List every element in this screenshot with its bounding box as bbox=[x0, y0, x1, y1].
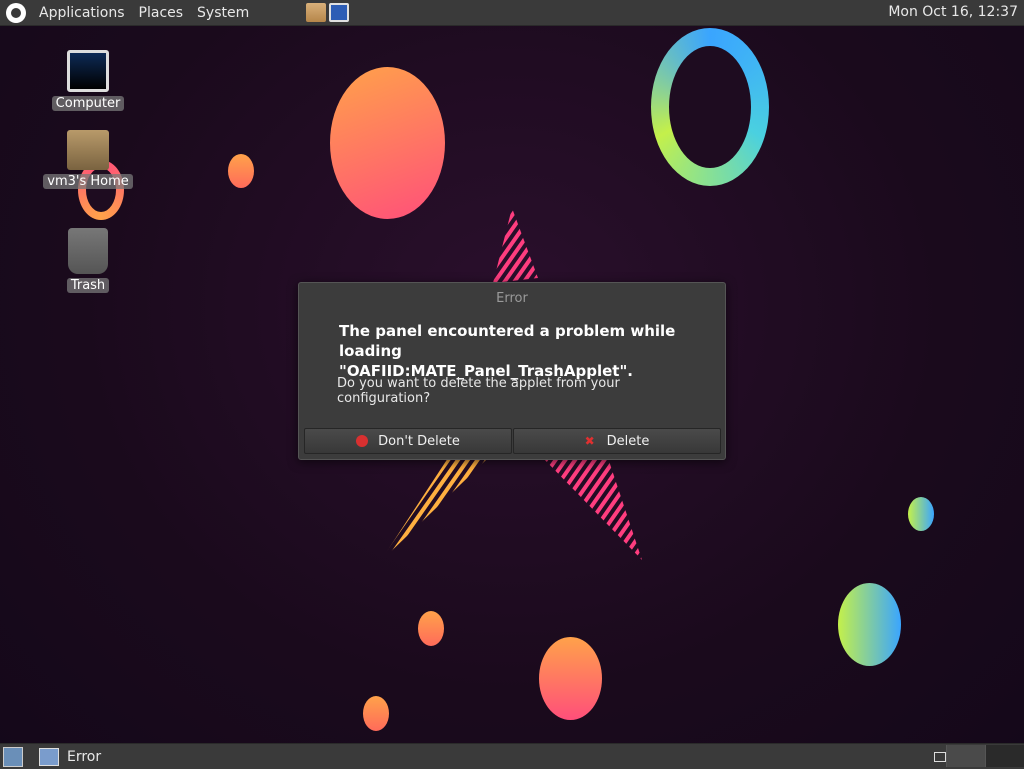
delete-x-icon: ✖ bbox=[584, 434, 595, 448]
workspace-2[interactable] bbox=[985, 745, 1024, 767]
desktop-icon-trash[interactable]: Trash bbox=[43, 228, 133, 293]
menu-logo-icon[interactable] bbox=[6, 2, 26, 23]
dialog-title: Error bbox=[496, 291, 528, 306]
wallpaper-blob-shape bbox=[418, 611, 444, 646]
desktop-icon-home[interactable]: vm3's Home bbox=[43, 130, 133, 189]
wallpaper-blob-shape bbox=[363, 696, 389, 731]
desktop-icon-label: Trash bbox=[66, 278, 110, 293]
trash-icon bbox=[68, 228, 108, 274]
home-folder-icon bbox=[67, 130, 109, 170]
workspace-1[interactable] bbox=[946, 745, 985, 767]
taskbar-item-label: Error bbox=[67, 748, 102, 765]
wallpaper-blob-shape bbox=[838, 583, 901, 666]
tray-window-icon[interactable] bbox=[934, 752, 946, 762]
menu-applications[interactable]: Applications bbox=[32, 5, 132, 21]
wallpaper-blob-shape bbox=[228, 154, 254, 188]
menu-system[interactable]: System bbox=[190, 5, 256, 21]
desktop-icon-computer[interactable]: Computer bbox=[43, 50, 133, 111]
desktop-icon-label: Computer bbox=[51, 96, 125, 111]
monitor-launcher-icon[interactable] bbox=[329, 3, 350, 22]
taskbar-item-error[interactable]: Error bbox=[39, 747, 102, 766]
window-icon bbox=[39, 747, 59, 766]
delete-button[interactable]: ✖ Delete bbox=[513, 428, 721, 454]
menu-places[interactable]: Places bbox=[132, 5, 191, 21]
no-entry-icon bbox=[356, 435, 369, 447]
computer-icon bbox=[67, 50, 109, 92]
workspace-switcher[interactable] bbox=[946, 745, 1024, 767]
dont-delete-label: Don't Delete bbox=[378, 433, 460, 449]
error-dialog: Error The panel encountered a problem wh… bbox=[298, 282, 726, 460]
dialog-message: Do you want to delete the applet from yo… bbox=[337, 376, 620, 406]
wallpaper-blob-shape bbox=[908, 497, 934, 531]
home-folder-launcher-icon[interactable] bbox=[306, 3, 327, 22]
wallpaper-ring-shape bbox=[651, 28, 769, 186]
dont-delete-button[interactable]: Don't Delete bbox=[304, 428, 512, 454]
wallpaper-blob-shape bbox=[539, 637, 602, 720]
top-panel: Applications Places System Mon Oct 16, 1… bbox=[0, 0, 1024, 26]
dialog-heading: The panel encountered a problem while lo… bbox=[339, 322, 676, 380]
delete-label: Delete bbox=[606, 433, 650, 449]
wallpaper-blob-shape bbox=[330, 67, 445, 219]
desktop-icon-label: vm3's Home bbox=[43, 174, 133, 189]
clock[interactable]: Mon Oct 16, 12:37 bbox=[888, 4, 1018, 20]
bottom-panel: Error bbox=[0, 743, 1024, 769]
show-desktop-icon[interactable] bbox=[3, 746, 23, 767]
